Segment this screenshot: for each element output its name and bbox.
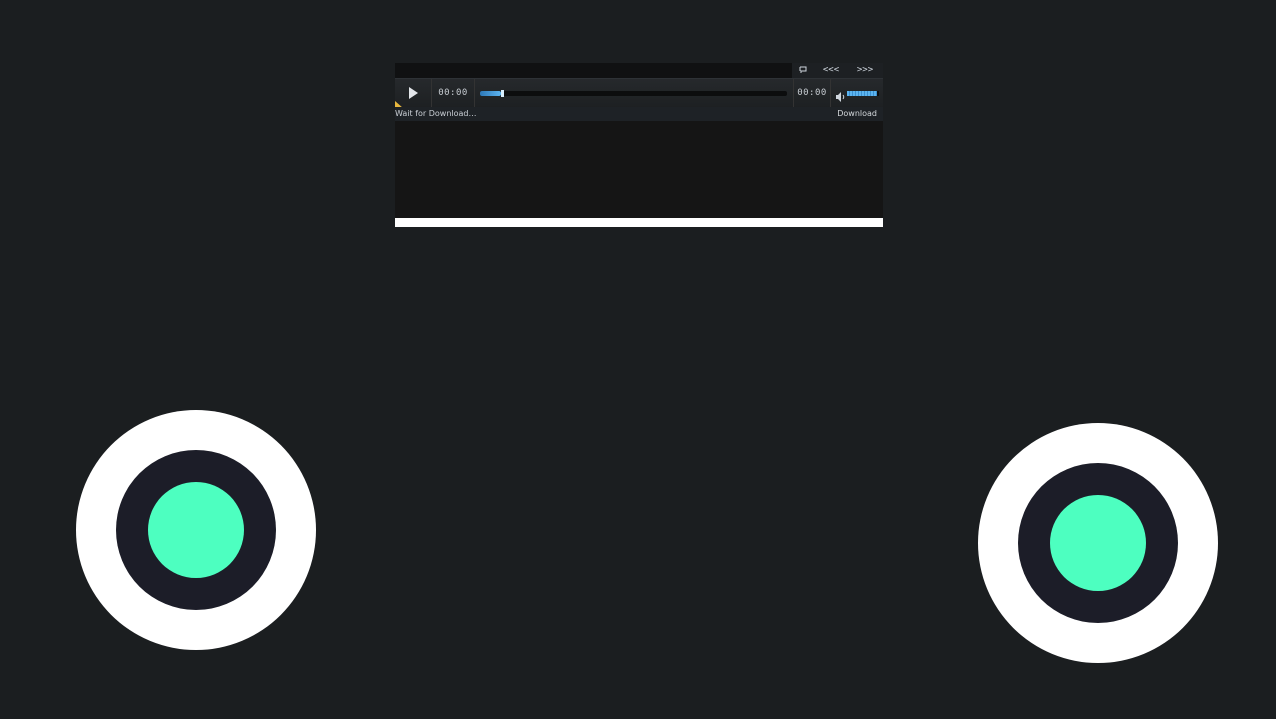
right-joystick[interactable] — [978, 423, 1218, 663]
seek-bar-handle[interactable] — [501, 90, 504, 97]
player-toolbar: <<< >>> — [792, 63, 883, 78]
volume-icon[interactable] — [835, 88, 847, 102]
total-time: 00:00 — [793, 79, 831, 108]
repeat-icon — [799, 66, 806, 73]
current-time: 00:00 — [432, 79, 475, 108]
status-row: Wait for Download… Download — [395, 107, 883, 121]
player-top-bar: <<< >>> — [395, 63, 883, 78]
left-joystick-knob[interactable] — [148, 482, 244, 578]
volume-slider[interactable] — [847, 91, 879, 96]
seek-bar-fill — [480, 91, 501, 96]
download-status: Wait for Download… — [395, 109, 477, 118]
previous-button[interactable]: <<< — [822, 63, 840, 78]
next-button[interactable]: >>> — [856, 63, 874, 78]
download-link[interactable]: Download — [837, 107, 877, 121]
player-control-bar: 00:00 00:00 — [395, 78, 883, 108]
right-joystick-knob[interactable] — [1050, 495, 1146, 591]
player-footer-strip — [395, 218, 883, 227]
seek-bar[interactable] — [480, 90, 787, 97]
volume-slider-fill — [847, 91, 877, 96]
play-button[interactable] — [395, 79, 432, 108]
left-joystick[interactable] — [76, 410, 316, 650]
play-icon — [409, 87, 418, 99]
stage: <<< >>> 00:00 00:00 Wait for Download… D… — [0, 0, 1276, 719]
audio-player: <<< >>> 00:00 00:00 Wait for Download… D… — [395, 63, 883, 227]
repeat-button[interactable] — [795, 63, 811, 78]
